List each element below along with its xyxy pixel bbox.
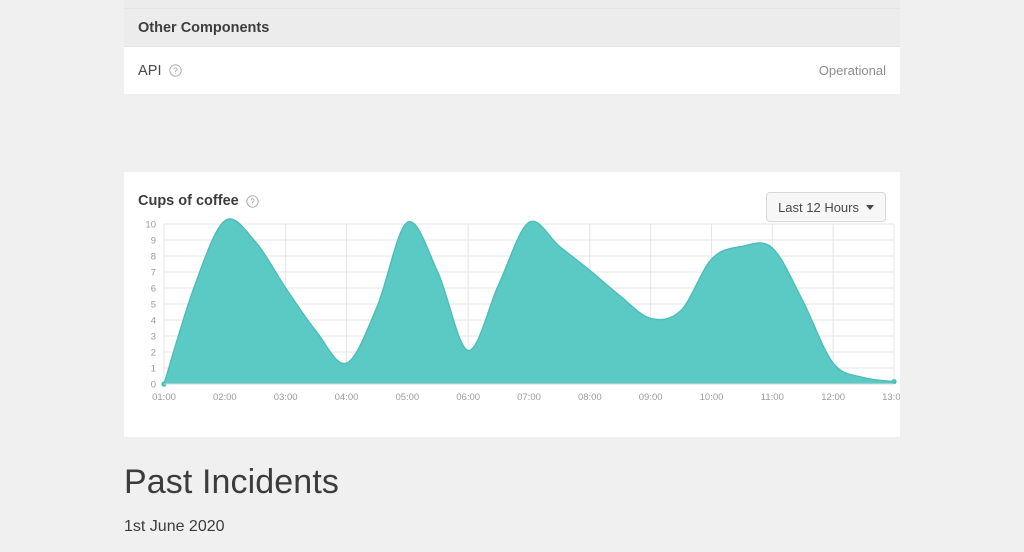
chart-plot-area: 0 1 2 3 4 5 6 7 8 9 10 01:00 02:00 03:00 04:00 05:00 06:… <box>124 216 900 416</box>
component-group-title: Other Components <box>138 20 269 36</box>
component-name: API <box>138 63 162 79</box>
data-point-marker <box>891 379 896 384</box>
x-axis-tick-label: 08:00 <box>578 392 602 403</box>
y-axis-tick-label: 5 <box>151 300 156 311</box>
y-axis-tick-label: 2 <box>151 348 156 359</box>
y-axis-tick-label: 7 <box>151 268 156 279</box>
question-circle-icon[interactable]: ? <box>169 64 182 77</box>
status-page: Alt Three Other Components API ? Operati… <box>0 0 1024 552</box>
y-axis-tick-label: 4 <box>151 316 156 327</box>
x-axis-tick-label: 04:00 <box>335 392 359 403</box>
x-axis-tick-label: 12:00 <box>821 392 845 403</box>
x-axis-tick-label: 09:00 <box>639 392 663 403</box>
question-circle-icon[interactable]: ? <box>246 195 259 208</box>
incident-date: 1st June 2020 <box>124 518 904 536</box>
y-axis-tick-label: 10 <box>145 220 156 231</box>
x-axis-tick-label: 02:00 <box>213 392 237 403</box>
component-group-header: Other Components <box>124 9 900 47</box>
page-title: Past Incidents <box>124 462 904 502</box>
x-axis-tick-label: 11:00 <box>761 392 784 403</box>
area-series-fill <box>164 219 894 384</box>
component-row-alt-three[interactable]: Alt Three <box>124 0 900 9</box>
component-row-left: API ? <box>138 63 182 79</box>
metric-chart-card: Cups of coffee ? Last 12 Hours 0 1 2 3 4 5 6 7 8… <box>124 172 900 437</box>
area-chart: 0 1 2 3 4 5 6 7 8 9 10 01:00 02:00 03:00 04:00 05:00 06:… <box>124 216 900 416</box>
y-axis-tick-label: 6 <box>151 284 156 295</box>
past-incidents-section: Past Incidents 1st June 2020 <box>124 462 904 536</box>
svg-text:?: ? <box>250 197 255 206</box>
component-row-api[interactable]: API ? Operational <box>124 47 900 94</box>
y-axis-tick-label: 1 <box>151 364 156 375</box>
y-axis-tick-label: 0 <box>151 380 156 391</box>
x-axis-tick-label: 13:00 <box>882 392 900 403</box>
x-axis-tick-label: 10:00 <box>700 392 724 403</box>
section-gap <box>124 144 900 170</box>
x-axis-tick-label: 07:00 <box>517 392 541 403</box>
components-card: Alt Three Other Components API ? Operati… <box>124 0 900 94</box>
y-axis-tick-label: 3 <box>151 332 156 343</box>
component-status-text: Operational <box>819 63 886 78</box>
y-axis-tick-label: 8 <box>151 252 156 263</box>
x-axis-tick-label: 01:00 <box>152 392 176 403</box>
x-axis-tick-label: 03:00 <box>274 392 298 403</box>
x-axis-tick-label: 06:00 <box>456 392 480 403</box>
y-axis-tick-label: 9 <box>151 236 156 247</box>
chart-title-wrap: Cups of coffee ? <box>138 193 259 209</box>
time-range-label: Last 12 Hours <box>778 200 859 215</box>
chart-title: Cups of coffee <box>138 193 239 209</box>
x-axis-tick-label: 05:00 <box>395 392 419 403</box>
svg-text:?: ? <box>173 67 178 76</box>
chevron-down-icon <box>866 205 874 210</box>
